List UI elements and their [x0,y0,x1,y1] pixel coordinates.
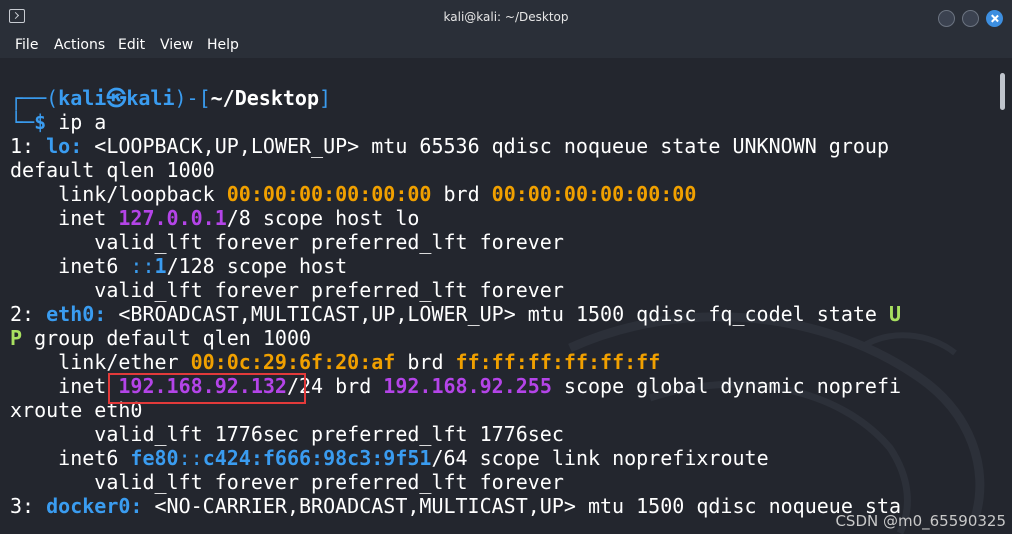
menu-help[interactable]: Help [207,37,239,53]
output-line: valid_lft forever preferred_lft forever [10,470,564,494]
ip-highlight-box [108,373,306,404]
output-line: 3: docker0: <NO-CARRIER,BROADCAST,MULTIC… [10,494,902,518]
watermark: CSDN @m0_65590325 [835,512,1006,530]
title-bar: kali@kali: ~/Desktop [0,0,1012,34]
output-line: link/ether 00:0c:29:6f:20:af brd ff:ff:f… [10,350,661,374]
terminal-output[interactable]: ┌──(kali㉿kali)-[~/Desktop] └─$ ip a 1: l… [0,58,1012,534]
output-line: inet6 fe80::c424:f666:98c3:9f51/64 scope… [10,446,769,470]
output-line: 1: lo: <LOOPBACK,UP,LOWER_UP> mtu 65536 … [10,134,889,158]
minimize-button[interactable] [938,10,955,27]
output-line: default qlen 1000 [10,158,215,182]
close-button[interactable] [986,10,1003,27]
output-line: inet 127.0.0.1/8 scope host lo [10,206,420,230]
menu-view[interactable]: View [160,37,193,53]
prompt-line: ┌──(kali㉿kali)-[~/Desktop] [10,86,332,110]
menu-bar: File Actions Edit View Help [0,34,1012,58]
scrollbar-thumb[interactable] [1000,73,1005,110]
maximize-button[interactable] [962,10,979,27]
output-line: inet6 ::1/128 scope host [10,254,348,278]
output-line: valid_lft 1776sec preferred_lft 1776sec [10,422,564,446]
menu-edit[interactable]: Edit [118,37,145,53]
command-line: └─$ ip a [10,110,107,134]
menu-file[interactable]: File [15,37,38,53]
output-line: valid_lft forever preferred_lft forever [10,230,564,254]
output-line: P group default qlen 1000 [10,326,312,350]
output-line: link/loopback 00:00:00:00:00:00 brd 00:0… [10,182,697,206]
menu-actions[interactable]: Actions [54,37,105,53]
window-title: kali@kali: ~/Desktop [443,10,569,24]
output-line: valid_lft forever preferred_lft forever [10,278,564,302]
output-line: 2: eth0: <BROADCAST,MULTICAST,UP,LOWER_U… [10,302,902,326]
